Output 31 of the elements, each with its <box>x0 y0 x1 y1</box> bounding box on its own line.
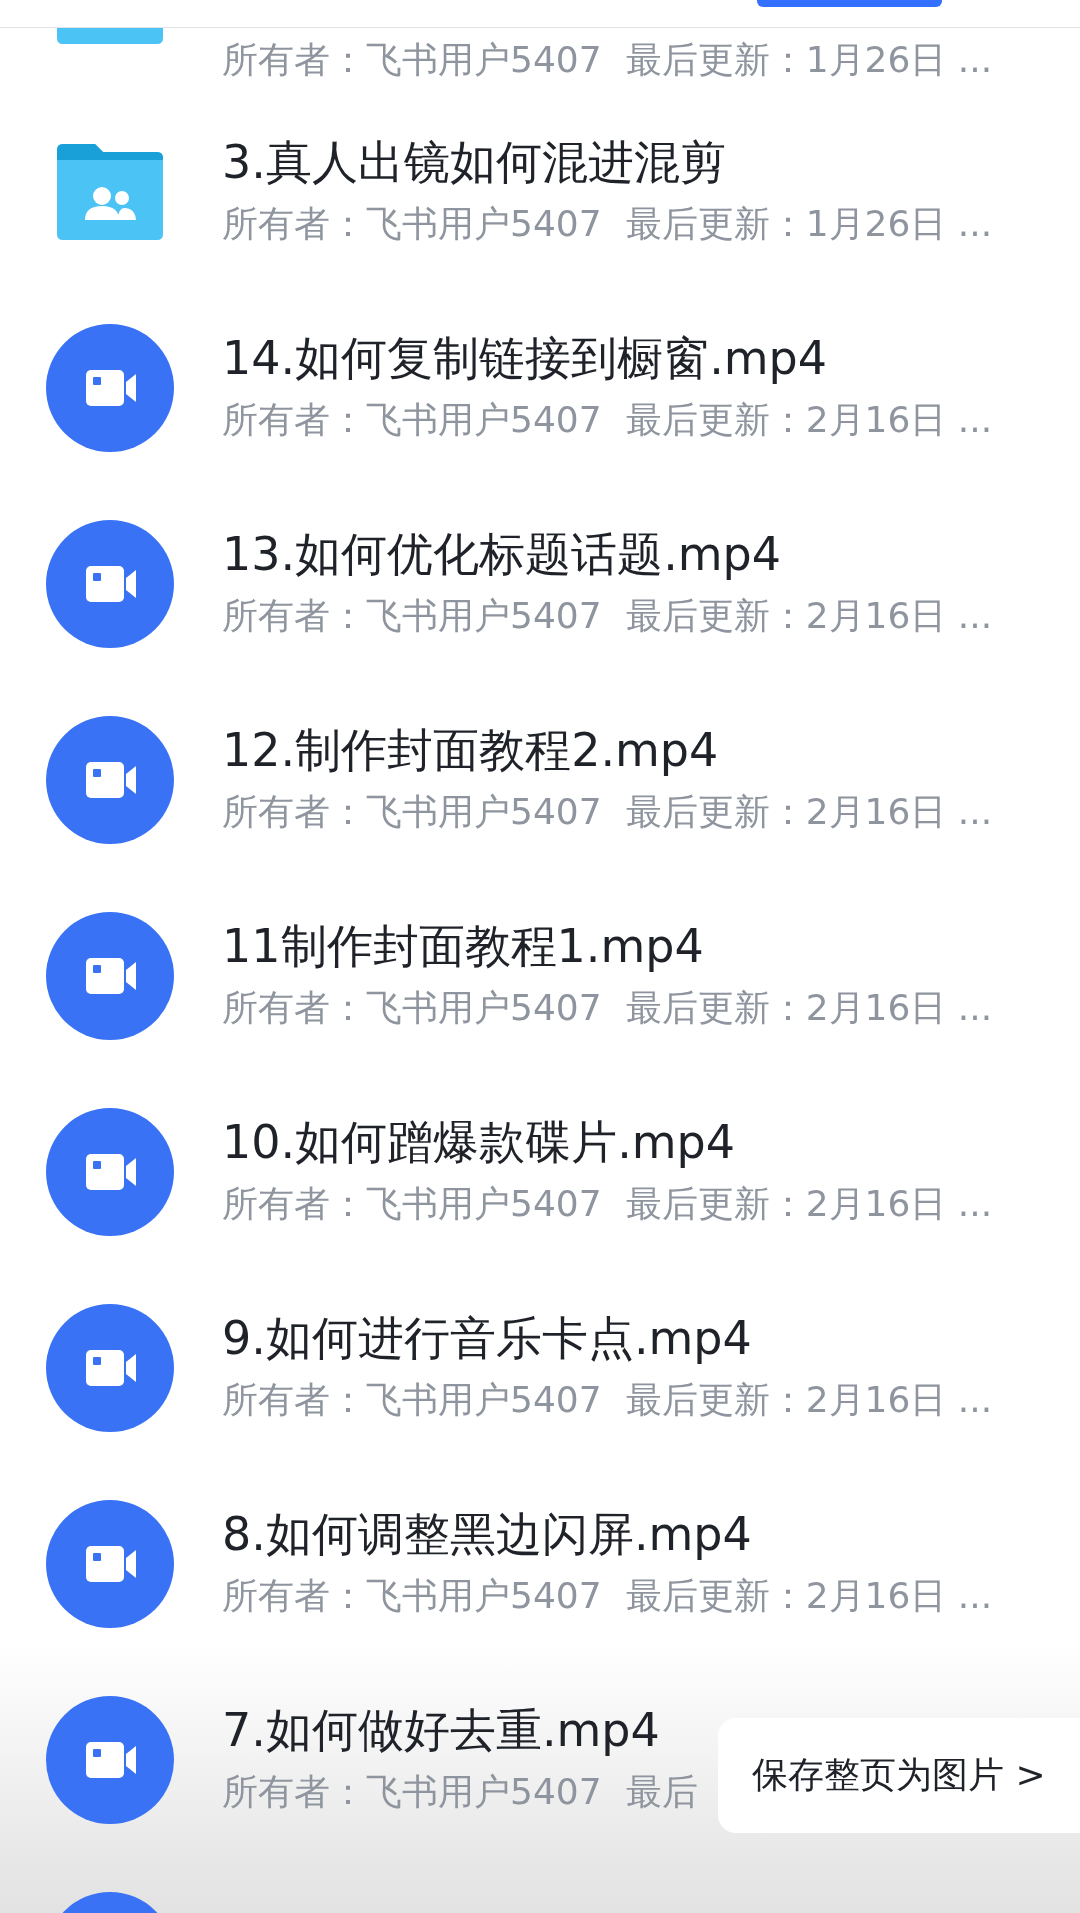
file-owner: 所有者：飞书用户5407 <box>222 1182 602 1227</box>
last-updated: 最后更新：2月16日 ... <box>625 1574 993 1619</box>
file-owner: 所有者：飞书用户5407 <box>222 1770 602 1815</box>
file-title[interactable]: 12.制作封面教程2.mp4 <box>222 722 993 779</box>
file-owner: 所有者：飞书用户5407 <box>222 1378 602 1423</box>
file-title[interactable]: 13.如何优化标题话题.mp4 <box>222 526 993 583</box>
file-title[interactable]: 7.如何做好去重.mp4 <box>222 1702 698 1759</box>
last-updated: 最后更新：2月16日 ... <box>625 1182 993 1227</box>
file-owner: 所有者：飞书用户5407 <box>222 37 602 82</box>
file-owner: 所有者：飞书用户5407 <box>222 986 602 1031</box>
save-page-button[interactable]: 保存整页为图片 > <box>718 1718 1080 1833</box>
last-updated: 最后更新：2月16日 ... <box>625 986 993 1031</box>
file-title[interactable]: 3.真人出镜如何混进混剪 <box>222 134 993 191</box>
last-updated: 最后 <box>625 1770 698 1815</box>
last-updated: 最后更新：2月16日 ... <box>625 594 993 639</box>
last-updated: 最后更新：2月16日 ... <box>625 398 993 443</box>
file-title[interactable]: 14.如何复制链接到橱窗.mp4 <box>222 330 993 387</box>
last-updated: 最后更新：2月16日 ... <box>625 790 993 835</box>
file-title[interactable]: 9.如何进行音乐卡点.mp4 <box>222 1310 993 1367</box>
file-owner: 所有者：飞书用户5407 <box>222 202 602 247</box>
file-owner: 所有者：飞书用户5407 <box>222 398 602 443</box>
last-updated: 最后更新：1月26日 ... <box>625 202 993 247</box>
file-owner: 所有者：飞书用户5407 <box>222 1574 602 1619</box>
file-title[interactable]: 10.如何蹭爆款碟片.mp4 <box>222 1114 993 1171</box>
file-owner: 所有者：飞书用户5407 <box>222 594 602 639</box>
file-owner: 所有者：飞书用户5407 <box>222 790 602 835</box>
last-updated: 最后更新：1月26日 ... <box>625 37 993 82</box>
toolbar-button[interactable] <box>757 0 942 7</box>
last-updated: 最后更新：2月16日 ... <box>625 1378 993 1423</box>
file-title[interactable]: 11制作封面教程1.mp4 <box>222 918 993 975</box>
file-title[interactable]: 8.如何调整黑边闪屏.mp4 <box>222 1506 993 1563</box>
